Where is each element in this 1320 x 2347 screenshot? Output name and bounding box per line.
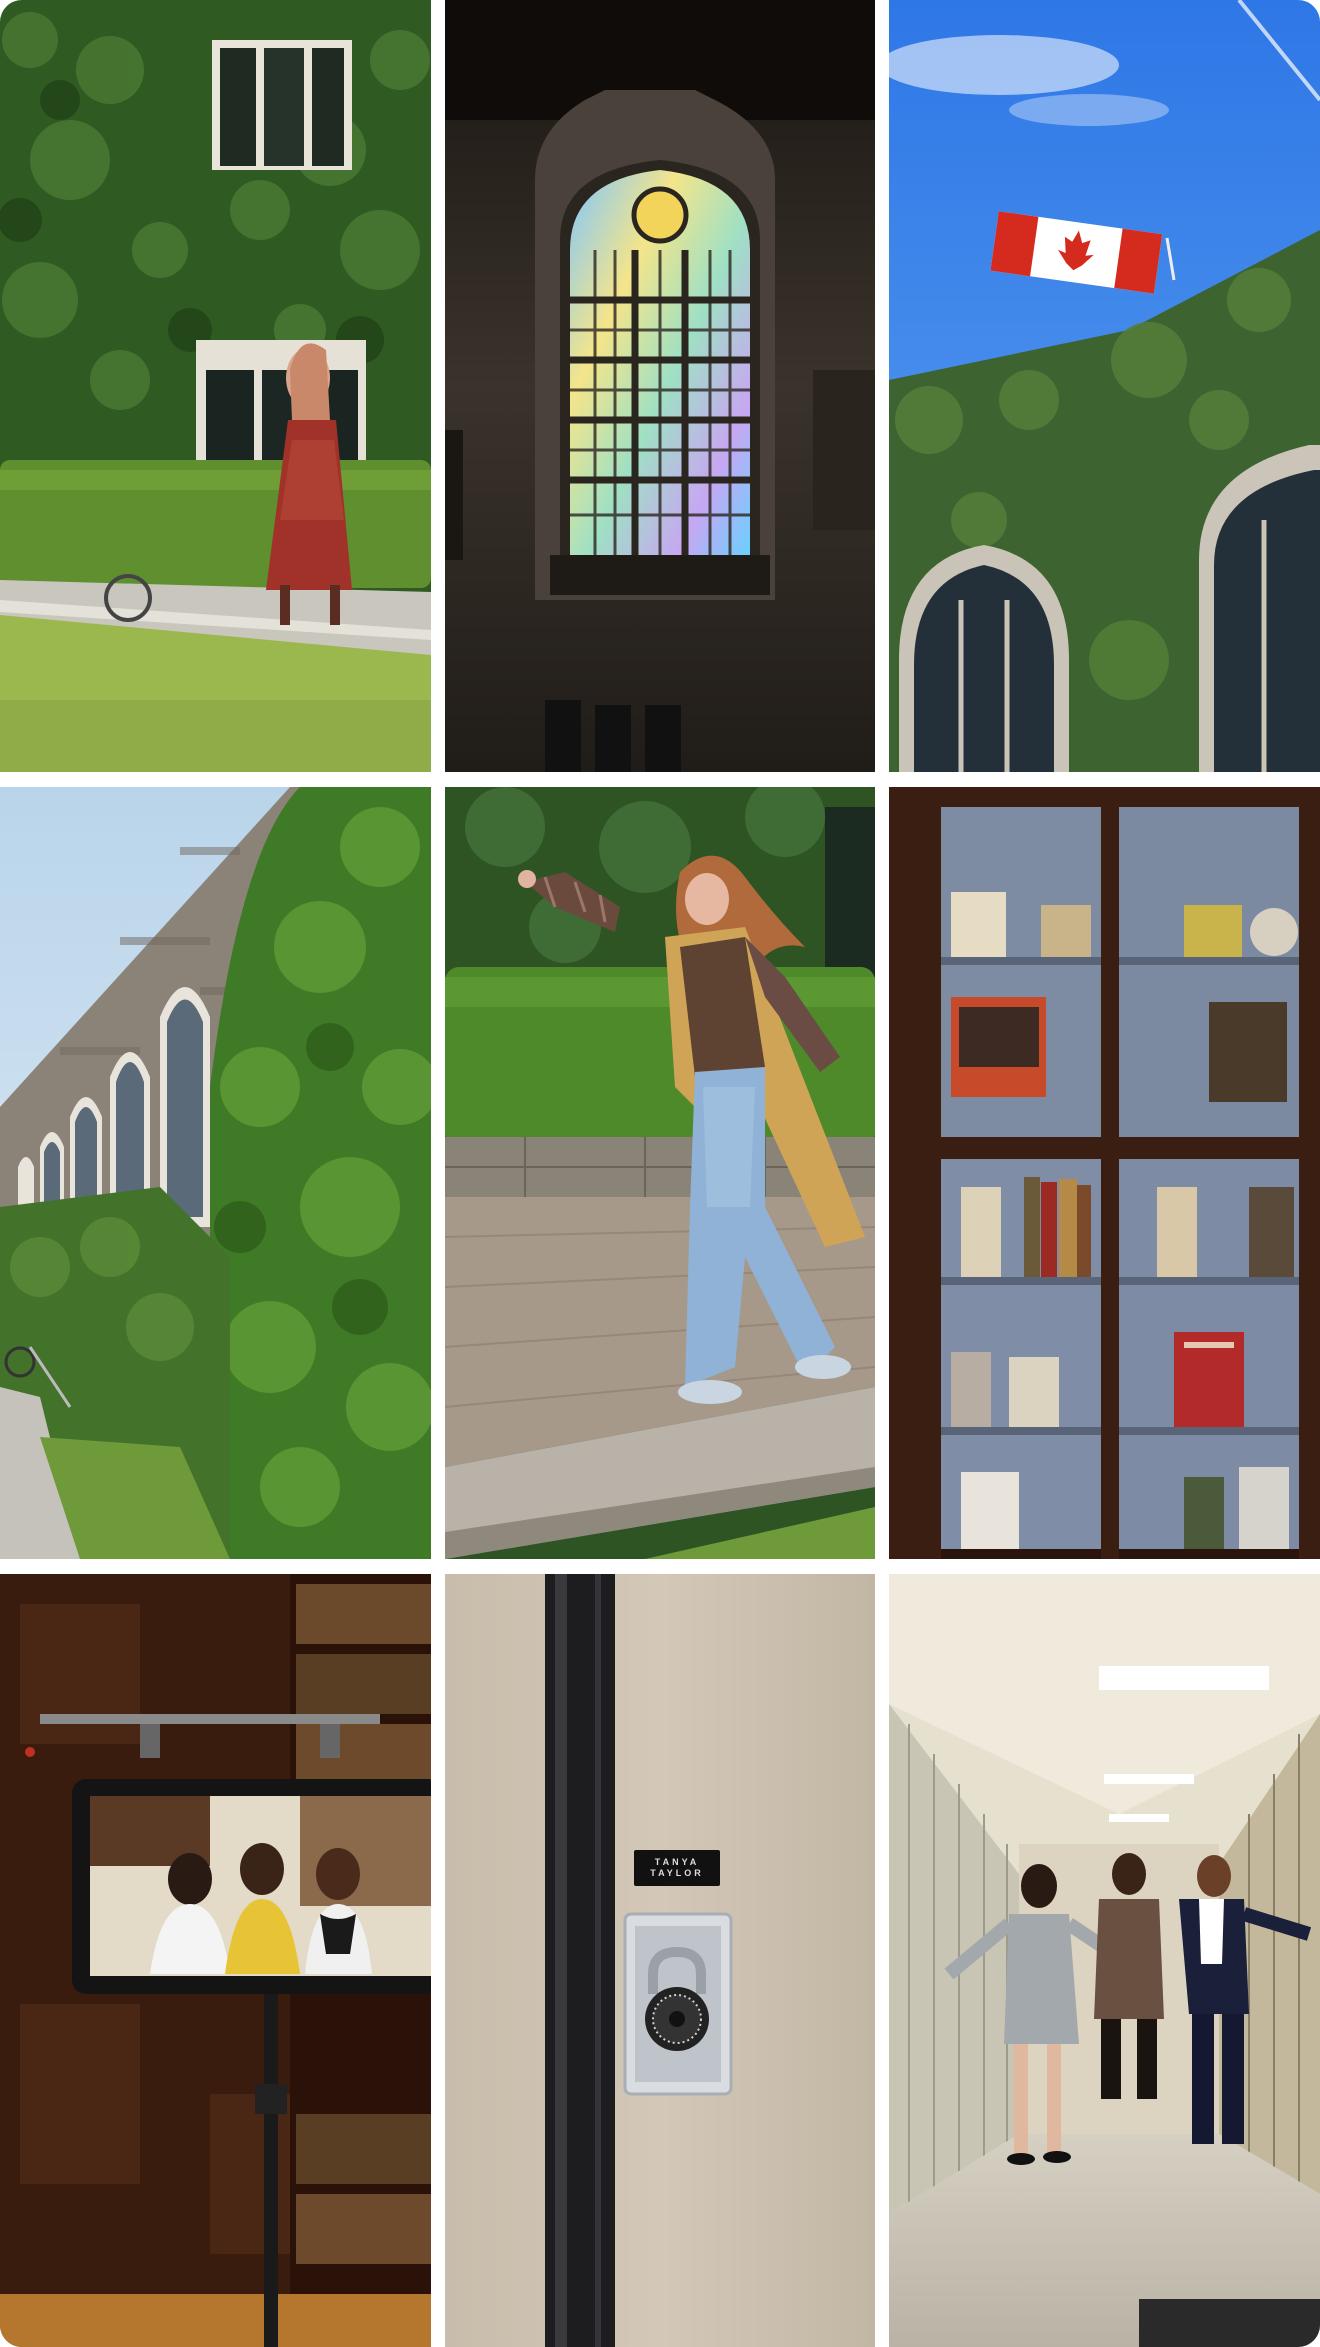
photo-hallway-three-women[interactable]	[889, 1574, 1320, 2347]
locker-name-plate-line2: TAYLOR	[650, 1868, 704, 1878]
photo-display-cabinet-books[interactable]	[889, 787, 1320, 1559]
locker-name-plate-line1: TANYA	[654, 1857, 700, 1867]
photo-woman-plaid-shirt-dancing[interactable]	[445, 787, 875, 1559]
tablet-monitor-image	[0, 1574, 431, 2347]
canadian-flag-image	[889, 0, 1320, 772]
ivy-stone-building-image	[0, 787, 431, 1559]
locker-image	[445, 1574, 875, 2347]
photo-grid: TANYA TAYLOR	[0, 0, 1320, 2347]
stained-glass-image	[445, 0, 875, 772]
photo-ivy-building-walking-woman[interactable]	[0, 0, 431, 772]
ivy-building-image	[0, 0, 431, 772]
photo-tablet-monitor-library[interactable]	[0, 1574, 431, 2347]
photo-locker-combination-lock[interactable]: TANYA TAYLOR	[445, 1574, 875, 2347]
dancing-woman-image	[445, 787, 875, 1559]
photo-ivy-stone-gothic-building[interactable]	[0, 787, 431, 1559]
hallway-image	[889, 1574, 1320, 2347]
photo-canadian-flag-ivy-roof[interactable]	[889, 0, 1320, 772]
display-cabinet-image	[889, 787, 1320, 1559]
photo-stained-glass-window[interactable]	[445, 0, 875, 772]
locker-name-plate: TANYA TAYLOR	[634, 1850, 720, 1886]
